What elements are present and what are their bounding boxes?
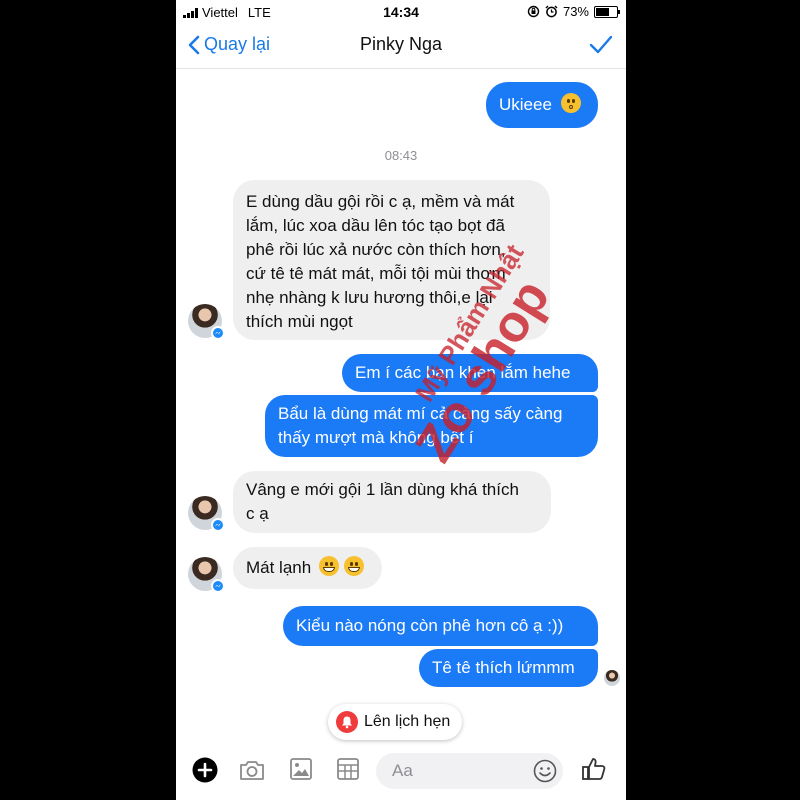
battery-icon (594, 5, 620, 18)
photo-icon[interactable] (289, 757, 313, 781)
checkmark-icon[interactable] (588, 32, 614, 58)
emoji-icon[interactable] (533, 759, 557, 783)
contact-avatar[interactable] (188, 304, 225, 340)
contact-name[interactable]: Pinky Nga (176, 34, 626, 55)
message-outgoing[interactable]: Tê tê thích lứmmm (419, 649, 598, 687)
status-bar: Viettel LTE 14:34 73% (176, 0, 626, 24)
message-line: thấy mượt mà không bết í (278, 428, 474, 447)
message-text: Mát lạnh (246, 558, 312, 577)
message-text: Em í các bạn khen lắm hehe (355, 363, 571, 382)
message-text: Ukieee (499, 95, 552, 114)
grinning-face-emoji-icon (318, 556, 339, 576)
orientation-lock-icon (527, 5, 540, 18)
messenger-badge-icon (211, 518, 225, 532)
message-line: Vâng e mới gội 1 lần dùng khá thích (246, 480, 519, 499)
battery-percent: 73% (562, 4, 589, 19)
message-timestamp: 08:43 (384, 148, 418, 163)
message-incoming[interactable]: Mát lạnh (233, 547, 382, 589)
schedule-reminder-button[interactable]: Lên lịch hẹn (328, 704, 463, 740)
bell-icon (336, 711, 358, 733)
message-line: nhẹ nhàng k lưu hương thôi,e lại (246, 288, 493, 307)
message-outgoing[interactable]: Bẩu là dùng mát mí cả càng sấy càng thấy… (265, 395, 598, 457)
message-text: Kiểu nào nóng còn phê hơn cô ạ :)) (296, 616, 564, 635)
message-line: lắm, lúc xoa dầu lên tóc tạo bọt đã (246, 216, 505, 235)
plus-icon[interactable] (192, 757, 218, 783)
camera-icon[interactable] (238, 757, 266, 783)
contact-avatar[interactable] (188, 557, 225, 593)
read-receipt-avatar (604, 670, 620, 686)
grinning-face-emoji-icon (343, 556, 364, 576)
message-line: phê rồi lúc xả nước còn thích hơn, (246, 240, 506, 259)
message-incoming[interactable]: Vâng e mới gội 1 lần dùng khá thích c ạ (233, 471, 551, 533)
gif-grid-icon[interactable] (336, 757, 360, 781)
contact-avatar[interactable] (188, 496, 225, 532)
status-right: 73% (527, 4, 620, 19)
message-outgoing[interactable]: Ukieee (486, 82, 598, 128)
schedule-reminder-label: Lên lịch hẹn (364, 713, 451, 730)
message-line: cứ tê tê mát mát, mỗi tội mùi thơm (246, 264, 506, 283)
alarm-icon (545, 5, 558, 18)
messenger-badge-icon (211, 326, 225, 340)
message-outgoing[interactable]: Em í các bạn khen lắm hehe (342, 354, 598, 392)
message-line: E dùng dầu gội rồi c ạ, mềm và mát (246, 192, 515, 211)
message-composer: Aa (176, 745, 626, 800)
kissing-face-emoji-icon (560, 93, 581, 113)
message-text: Tê tê thích lứmmm (432, 658, 575, 677)
message-incoming[interactable]: E dùng dầu gội rồi c ạ, mềm và mát lắm, … (233, 180, 550, 340)
message-line: c ạ (246, 504, 269, 523)
message-outgoing[interactable]: Kiểu nào nóng còn phê hơn cô ạ :)) (283, 606, 598, 646)
thumbs-up-icon[interactable] (580, 755, 608, 783)
message-input[interactable]: Aa (376, 753, 563, 789)
message-line: Bẩu là dùng mát mí cả càng sấy càng (278, 404, 563, 423)
messenger-screen: Viettel LTE 14:34 73% Quay lại Pinky Nga… (176, 0, 626, 800)
conversation-header: Quay lại Pinky Nga (176, 24, 626, 69)
message-input-placeholder: Aa (392, 761, 413, 780)
message-line: thích mùi ngọt (246, 312, 353, 331)
messenger-badge-icon (211, 579, 225, 593)
